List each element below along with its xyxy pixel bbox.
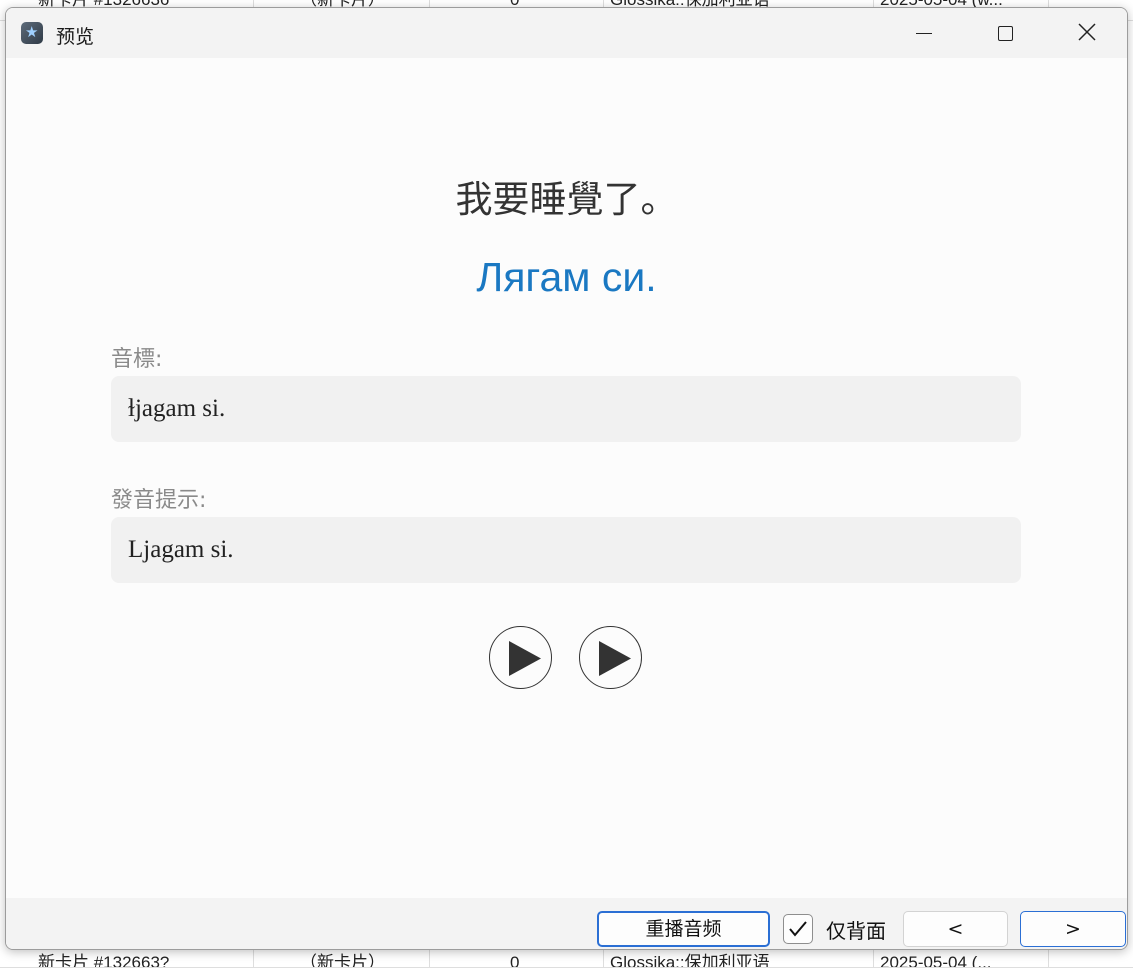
maximize-button[interactable] xyxy=(964,8,1044,58)
play-icon xyxy=(509,641,541,676)
close-icon xyxy=(1078,23,1096,41)
card-back-text: Лягам си. xyxy=(476,254,657,300)
minimize-button[interactable] xyxy=(884,8,964,58)
anki-star-icon xyxy=(21,22,43,44)
pronunciation-hint-value: Ljagam si. xyxy=(111,517,1021,583)
next-card-button[interactable]: > xyxy=(1020,911,1126,947)
replay-audio-button[interactable]: 重播音频 xyxy=(597,911,770,947)
ipa-field-value: ɫjagam si. xyxy=(111,376,1021,442)
card-preview-area: 我要睡覺了。 Лягам си. 音標: ɫjagam si. 發音提示: Lj… xyxy=(6,58,1127,898)
table-cell: 新卡片 #132663? xyxy=(0,947,254,967)
play-audio-button-1[interactable] xyxy=(489,626,552,689)
table-cell: 0 xyxy=(430,947,604,967)
back-only-label[interactable]: 仅背面 xyxy=(826,915,886,944)
previous-card-button[interactable]: < xyxy=(903,911,1008,947)
maximize-icon xyxy=(998,26,1013,41)
minimize-icon xyxy=(916,33,932,34)
bottom-toolbar: 重播音频 仅背面 < > xyxy=(6,898,1127,949)
title-bar[interactable]: 预览 xyxy=(6,8,1127,58)
close-button[interactable] xyxy=(1046,8,1126,58)
table-cell: （新卡片） xyxy=(254,947,430,967)
table-cell: 2025-05-04 (... xyxy=(874,947,1049,967)
checkmark-icon xyxy=(789,921,807,937)
table-row[interactable]: 新卡片 #132663? （新卡片） 0 Glossika::保加利亚语 202… xyxy=(0,947,1133,968)
card-front-text: 我要睡覺了。 xyxy=(455,178,678,221)
window-title: 预览 xyxy=(56,27,95,48)
ipa-field-label: 音標: xyxy=(111,347,163,372)
pronunciation-hint-label: 發音提示: xyxy=(111,488,207,513)
play-audio-button-2[interactable] xyxy=(579,626,642,689)
play-icon xyxy=(599,641,631,676)
preview-window: 预览 我要睡覺了。 Лягам си. 音標: ɫjagam si. 發音提示:… xyxy=(5,7,1128,950)
table-cell: Glossika::保加利亚语 xyxy=(604,947,874,967)
back-only-checkbox[interactable] xyxy=(783,914,813,944)
